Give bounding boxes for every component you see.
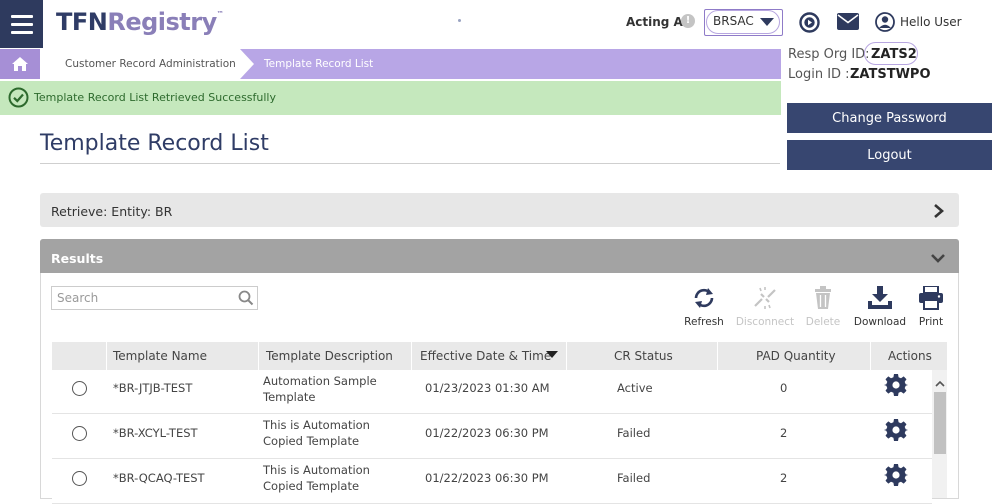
row-select-radio[interactable] (72, 471, 87, 486)
chevron-down-icon[interactable] (931, 249, 945, 268)
login-id-value: ZATSTWPO (850, 67, 931, 82)
refresh-label: Refresh (684, 316, 724, 328)
print-label: Print (918, 316, 944, 328)
cell-template-name: *BR-XCYL-TEST (113, 426, 198, 440)
column-header-template-description[interactable]: Template Description (266, 349, 393, 363)
cell-template-description: This is Automation Copied Template (263, 462, 403, 494)
printer-icon (919, 286, 943, 310)
change-password-button[interactable]: Change Password (787, 103, 992, 133)
breadcrumb-separator (240, 49, 254, 79)
results-panel-title: Results (51, 251, 104, 266)
retrieve-panel-title: Retrieve: Entity: BR (51, 204, 173, 219)
desc-line: Copied Template (263, 434, 360, 448)
highlight-oval (864, 42, 918, 65)
sort-desc-icon[interactable] (546, 351, 558, 358)
login-id-label: Login ID : (788, 67, 850, 82)
column-header-pad-quantity[interactable]: PAD Quantity (756, 349, 836, 363)
disconnect-label: Disconnect (735, 316, 795, 328)
retrieve-panel-header[interactable] (40, 193, 959, 227)
logout-button[interactable]: Logout (787, 140, 992, 170)
download-icon (868, 286, 892, 309)
refresh-icon (694, 288, 714, 308)
column-header-cr-status[interactable]: CR Status (614, 349, 673, 363)
info-icon[interactable]: ! (681, 14, 695, 28)
desc-line: Automation Sample (263, 374, 377, 388)
cell-template-name: *BR-JTJB-TEST (113, 381, 193, 395)
cell-pad-quantity: 0 (780, 381, 788, 395)
cell-effective-date: 01/22/2023 06:30 PM (425, 426, 549, 440)
refresh-button[interactable]: Refresh (683, 286, 725, 328)
page-title: Template Record List (40, 131, 269, 156)
chevron-right-icon[interactable] (933, 203, 945, 222)
logo-text-tfn: TFN (56, 8, 108, 36)
acting-as-value: BRSAC (713, 14, 754, 28)
logo-text-registry: Registry (107, 8, 217, 36)
desc-line: Copied Template (263, 479, 360, 493)
check-circle-icon (8, 87, 29, 112)
column-divider (566, 342, 567, 370)
delete-label: Delete (805, 316, 841, 328)
search-icon[interactable] (238, 290, 254, 310)
disconnect-button[interactable]: Disconnect (733, 286, 797, 328)
mail-icon[interactable] (837, 13, 859, 34)
app-logo[interactable]: TFNRegistry™ (56, 8, 224, 36)
cell-template-description: Automation Sample Template (263, 373, 403, 405)
column-divider (258, 342, 259, 370)
desc-line: This is Automation (263, 463, 370, 477)
decorative-dot (458, 19, 461, 22)
cell-cr-status: Active (617, 381, 653, 395)
cell-template-name: *BR-QCAQ-TEST (113, 471, 205, 485)
column-header-effective-date[interactable]: Effective Date & Time (420, 349, 551, 363)
gear-icon[interactable] (884, 418, 908, 446)
desc-line: This is Automation (263, 418, 370, 432)
user-avatar-icon[interactable] (875, 12, 895, 36)
cell-effective-date: 01/22/2023 06:30 PM (425, 471, 549, 485)
cell-pad-quantity: 2 (780, 471, 788, 485)
gear-icon[interactable] (884, 463, 908, 491)
column-divider (717, 342, 718, 370)
unlink-icon (754, 287, 776, 309)
row-select-radio[interactable] (72, 381, 87, 396)
gear-icon[interactable] (884, 373, 908, 401)
column-divider (106, 342, 107, 370)
cell-cr-status: Failed (617, 471, 651, 485)
title-divider (40, 163, 780, 164)
hamburger-menu-icon[interactable] (0, 0, 43, 48)
delete-button[interactable]: Delete (805, 286, 841, 328)
search-input[interactable] (57, 288, 227, 308)
cell-template-description: This is Automation Copied Template (263, 417, 403, 449)
column-header-actions: Actions (888, 349, 932, 363)
resp-org-label: Resp Org ID: (788, 47, 870, 62)
cell-pad-quantity: 2 (780, 426, 788, 440)
column-divider (870, 342, 871, 370)
play-circle-icon[interactable] (799, 12, 820, 37)
column-header-template-name[interactable]: Template Name (113, 349, 207, 363)
results-panel-header[interactable] (40, 239, 959, 273)
user-greeting[interactable]: Hello User (900, 15, 962, 29)
row-select-radio[interactable] (72, 426, 87, 441)
breadcrumb-item-template-record-list: Template Record List (264, 58, 374, 70)
trademark-mark: ™ (216, 10, 224, 18)
download-label: Download (853, 316, 907, 328)
desc-line: Template (263, 390, 316, 404)
scrollbar-thumb[interactable] (934, 392, 946, 454)
column-divider (411, 342, 412, 370)
download-button[interactable]: Download (851, 286, 909, 328)
cell-cr-status: Failed (617, 426, 651, 440)
success-message: Template Record List Retrieved Successfu… (34, 91, 276, 104)
caret-down-icon (760, 18, 774, 26)
home-icon[interactable] (0, 49, 40, 79)
cell-effective-date: 01/23/2023 01:30 AM (425, 381, 550, 395)
print-button[interactable]: Print (915, 286, 947, 328)
breadcrumb-item-customer-record-admin[interactable]: Customer Record Administration (65, 58, 236, 70)
trash-icon (815, 286, 831, 309)
